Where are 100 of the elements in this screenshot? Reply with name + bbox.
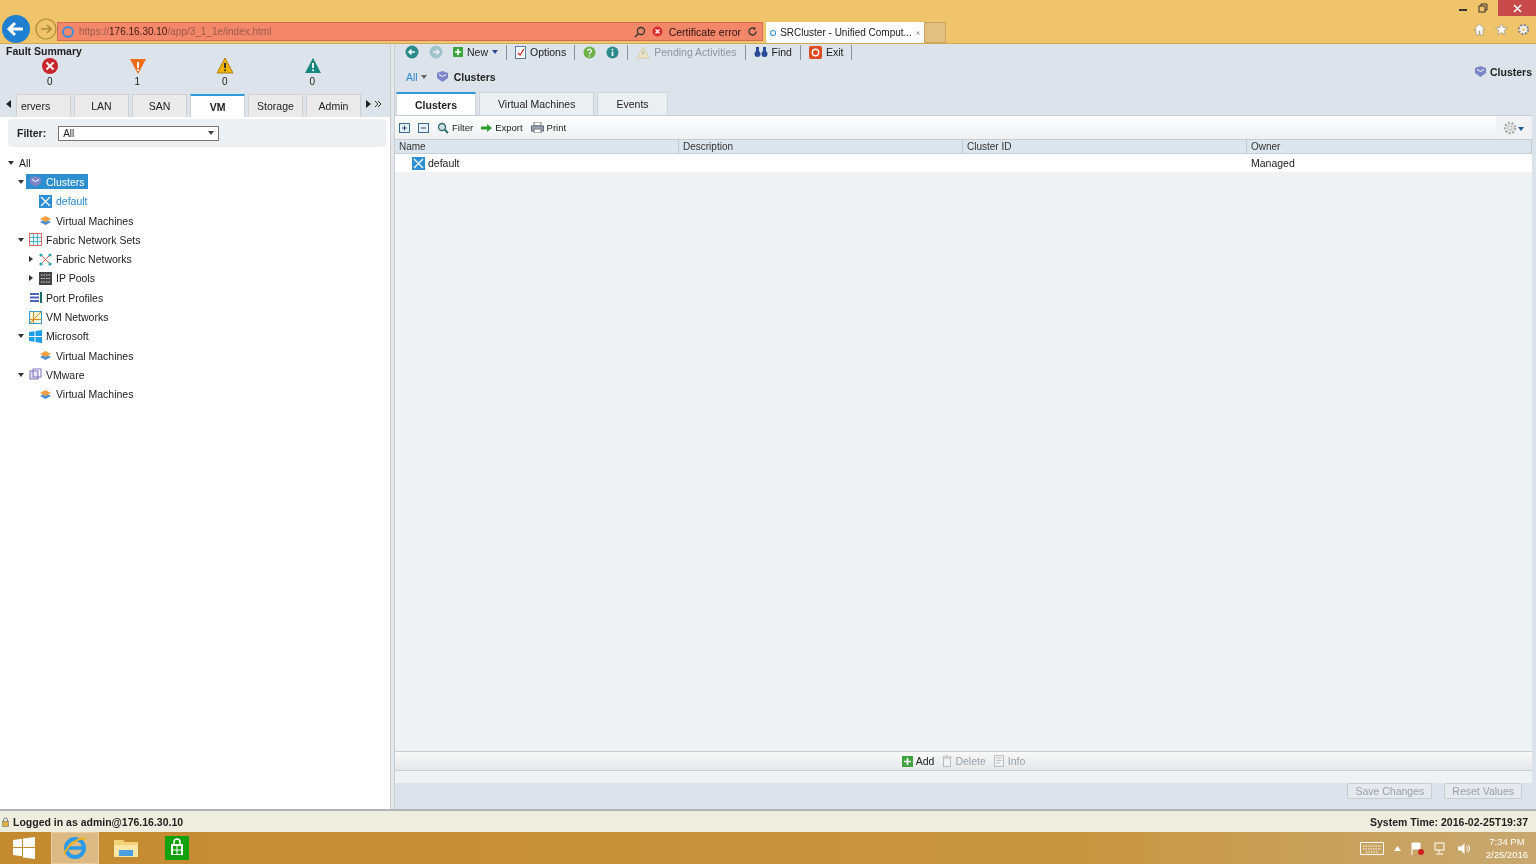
refresh-icon[interactable]: [747, 26, 758, 37]
column-header[interactable]: Name: [395, 140, 679, 153]
nav-tab[interactable]: ervers: [16, 94, 71, 117]
column-header[interactable]: Description: [679, 140, 963, 153]
nav-tab[interactable]: LAN: [74, 94, 129, 117]
tree-item[interactable]: VM Networks: [26, 309, 112, 325]
forward-arrow-icon: [429, 45, 443, 59]
critical-fault-icon[interactable]: [41, 57, 59, 75]
expand-arrow-icon[interactable]: [28, 256, 34, 263]
caret-icon: [420, 74, 427, 79]
expand-arrow-icon[interactable]: [18, 236, 24, 243]
plus-icon: [399, 122, 410, 133]
tree-item[interactable]: Virtual Machines: [36, 348, 137, 364]
caret-up-icon[interactable]: [1393, 845, 1401, 851]
tree-item[interactable]: Clusters: [26, 174, 88, 190]
exit-button[interactable]: Exit: [806, 45, 846, 59]
expand-arrow-icon[interactable]: [18, 333, 24, 340]
speaker-icon[interactable]: [1456, 841, 1470, 855]
network-grid-icon: [29, 310, 42, 324]
export-button[interactable]: Export: [481, 122, 523, 133]
nav-tab[interactable]: Admin: [306, 94, 361, 117]
address-bar[interactable]: https://176.16.30.10/app/3_1_1e/index.html Certificate error: [57, 22, 763, 41]
content-tab[interactable]: Virtual Machines: [479, 92, 595, 115]
warning-fault-icon[interactable]: [303, 57, 322, 75]
login-status: Logged in as admin@176.16.30.10: [13, 815, 184, 828]
browser-icon: [62, 835, 88, 861]
tree-item[interactable]: Microsoft: [26, 328, 92, 344]
page-icon: [62, 25, 74, 38]
scroll-left-icon[interactable]: [6, 99, 11, 108]
tree-item[interactable]: Virtual Machines: [36, 213, 137, 229]
stack-icon: [39, 387, 52, 401]
help-icon: [583, 45, 597, 59]
nav-tab[interactable]: SAN: [132, 94, 187, 117]
pool-icon: [39, 271, 52, 285]
windows-stack-icon: [29, 368, 42, 382]
printer-icon: [530, 122, 544, 133]
expand-arrow-icon[interactable]: [18, 178, 24, 185]
collapse-button[interactable]: [418, 122, 429, 133]
star-icon[interactable]: [1495, 23, 1508, 36]
checklist-icon: [515, 45, 526, 59]
table-cell: Managed: [1251, 157, 1295, 169]
network-node-icon: [39, 194, 52, 208]
tree-item[interactable]: VMware: [26, 367, 88, 383]
minus-icon: [418, 122, 429, 133]
expand-arrow-icon[interactable]: [28, 275, 34, 282]
expand-arrow-icon[interactable]: [18, 371, 24, 378]
settings-icon[interactable]: [1517, 23, 1530, 36]
browser-tab[interactable]: SRCluster - Unified Comput...: [766, 22, 924, 43]
home-icon[interactable]: [1473, 23, 1486, 36]
cert-error-icon[interactable]: [651, 26, 663, 37]
major-fault-icon[interactable]: [128, 57, 147, 75]
trash-icon: [942, 755, 953, 767]
tree-item[interactable]: Fabric Networks: [36, 251, 135, 267]
column-header[interactable]: Cluster ID: [963, 140, 1247, 153]
list-icon: [29, 291, 42, 305]
close-icon[interactable]: [915, 28, 920, 37]
filter-dropdown[interactable]: All: [58, 125, 220, 141]
warning-icon: [636, 45, 651, 59]
add-button[interactable]: Add: [901, 755, 935, 767]
page-title: Clusters: [1490, 65, 1532, 78]
find-button[interactable]: Find: [751, 46, 794, 58]
arrow-icon: [481, 123, 493, 132]
search-icon[interactable]: [633, 25, 646, 38]
magnifier-icon: [437, 121, 449, 134]
plus-icon: [901, 755, 913, 767]
scroll-right-icon[interactable]: [366, 99, 371, 108]
tree-item[interactable]: Fabric Network Sets: [26, 232, 144, 248]
fault-count: 0: [221, 75, 228, 88]
tree-item[interactable]: IP Pools: [36, 270, 98, 286]
stack-icon: [39, 349, 52, 363]
nav-tab[interactable]: Storage: [248, 94, 303, 117]
certificate-error-text[interactable]: Certificate error: [668, 25, 741, 38]
new-button[interactable]: New: [451, 46, 500, 58]
tree-item[interactable]: default: [36, 193, 91, 209]
flag-icon[interactable]: [1410, 841, 1424, 855]
back-button[interactable]: [403, 45, 421, 59]
close-icon: [1512, 3, 1522, 13]
folder-icon: [113, 837, 139, 859]
keyboard-icon[interactable]: [1359, 841, 1384, 855]
minor-fault-icon[interactable]: [216, 57, 234, 75]
back-button[interactable]: [1, 14, 31, 44]
print-button[interactable]: Print: [530, 122, 567, 133]
filter-label: Filter:: [17, 127, 47, 139]
breadcrumb-current: Clusters: [453, 70, 496, 83]
expand-arrow-icon[interactable]: [8, 159, 14, 166]
tree-item[interactable]: Port Profiles: [26, 290, 107, 306]
restore-icon[interactable]: [1478, 3, 1488, 13]
power-icon: [808, 45, 822, 59]
content-tab[interactable]: Events: [597, 92, 668, 115]
close-button[interactable]: [1498, 0, 1536, 16]
options-button[interactable]: Options: [513, 45, 569, 59]
expand-button[interactable]: [399, 122, 410, 133]
more-tabs-icon[interactable]: [374, 99, 382, 108]
tree-item[interactable]: All: [16, 155, 34, 170]
tree-item[interactable]: Virtual Machines: [36, 386, 137, 402]
fault-count: 0: [46, 75, 53, 88]
content-tab[interactable]: Clusters: [396, 92, 476, 115]
nav-tab[interactable]: VM: [190, 94, 245, 117]
filter-button[interactable]: Filter: [437, 121, 474, 134]
column-header[interactable]: Owner: [1247, 140, 1532, 153]
